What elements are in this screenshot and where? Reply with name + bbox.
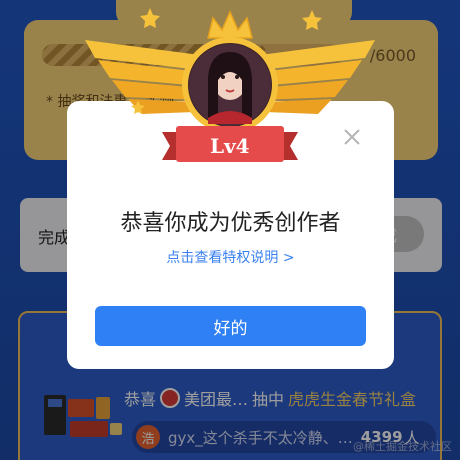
privilege-link[interactable]: 点击查看特权说明 > (67, 247, 394, 267)
star-icon (302, 10, 322, 30)
level-label: Lv4 (210, 134, 250, 158)
crown-icon (207, 10, 253, 39)
dialog-title: 恭喜你成为优秀创作者 (120, 211, 341, 236)
creator-avatar (189, 44, 271, 126)
ok-button[interactable]: 好的 (95, 306, 366, 346)
star-icon (140, 8, 160, 28)
